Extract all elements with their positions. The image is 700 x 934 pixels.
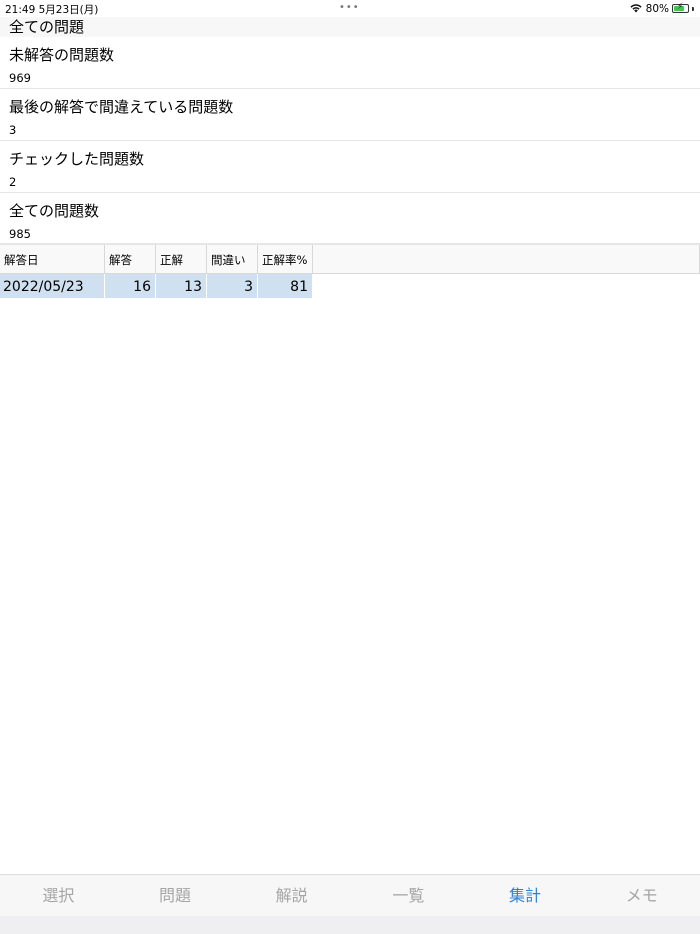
history-table: 解答日 解答 正解 間違い 正解率% 2022/05/23 16 13 3 81: [0, 244, 700, 298]
stat-value: 2: [9, 175, 17, 189]
table-row[interactable]: 2022/05/23 16 13 3 81: [0, 274, 700, 298]
tab-explanation[interactable]: 解説: [233, 875, 350, 916]
multitasking-dots[interactable]: •••: [339, 2, 360, 13]
stat-value: 985: [9, 227, 31, 241]
tab-bar: 選択 問題 解説 一覧 集計 メモ: [0, 874, 700, 916]
cell-rate: 81: [258, 274, 313, 298]
charging-bolt-icon: ⚡: [677, 2, 684, 12]
column-header-rate[interactable]: 正解率%: [258, 245, 313, 274]
table-header: 解答日 解答 正解 間違い 正解率%: [0, 244, 700, 274]
column-header-wrong[interactable]: 間違い: [207, 245, 258, 274]
column-header-correct[interactable]: 正解: [156, 245, 207, 274]
stat-label: 全ての問題数: [9, 202, 100, 220]
cell-answered: 16: [105, 274, 156, 298]
stat-label: チェックした問題数: [9, 150, 145, 168]
tab-memo[interactable]: メモ: [583, 875, 700, 916]
stat-value: 969: [9, 71, 31, 85]
tab-question[interactable]: 問題: [117, 875, 234, 916]
home-indicator-area: [0, 916, 700, 934]
battery-tip: [692, 6, 694, 11]
status-bar: 21:49 5月23日(月) ••• 80% ⚡: [0, 0, 700, 17]
status-indicators: 80% ⚡: [629, 1, 694, 16]
status-time: 21:49 5月23日(月): [5, 4, 99, 16]
stat-value: 3: [9, 123, 17, 137]
stat-label: 最後の解答で間違えている問題数: [9, 98, 234, 116]
tab-select[interactable]: 選択: [0, 875, 117, 916]
column-header-date[interactable]: 解答日: [0, 245, 105, 274]
stat-unanswered: 未解答の問題数 969: [0, 37, 700, 89]
stat-last-wrong: 最後の解答で間違えている問題数 3: [0, 89, 700, 141]
column-header-answered[interactable]: 解答: [105, 245, 156, 274]
battery-icon: ⚡: [672, 2, 689, 13]
section-header: 全ての問題: [0, 17, 700, 37]
column-header-empty: [313, 245, 700, 274]
tab-summary[interactable]: 集計: [467, 875, 584, 916]
cell-wrong: 3: [207, 274, 258, 298]
stat-label: 未解答の問題数: [9, 46, 115, 64]
cell-date: 2022/05/23: [0, 274, 105, 298]
stat-total: 全ての問題数 985: [0, 193, 700, 244]
section-title: 全ての問題: [9, 18, 85, 36]
wifi-icon: [629, 2, 643, 16]
battery-percent: 80%: [645, 2, 669, 15]
tab-list[interactable]: 一覧: [350, 875, 467, 916]
cell-correct: 13: [156, 274, 207, 298]
stat-checked: チェックした問題数 2: [0, 141, 700, 193]
